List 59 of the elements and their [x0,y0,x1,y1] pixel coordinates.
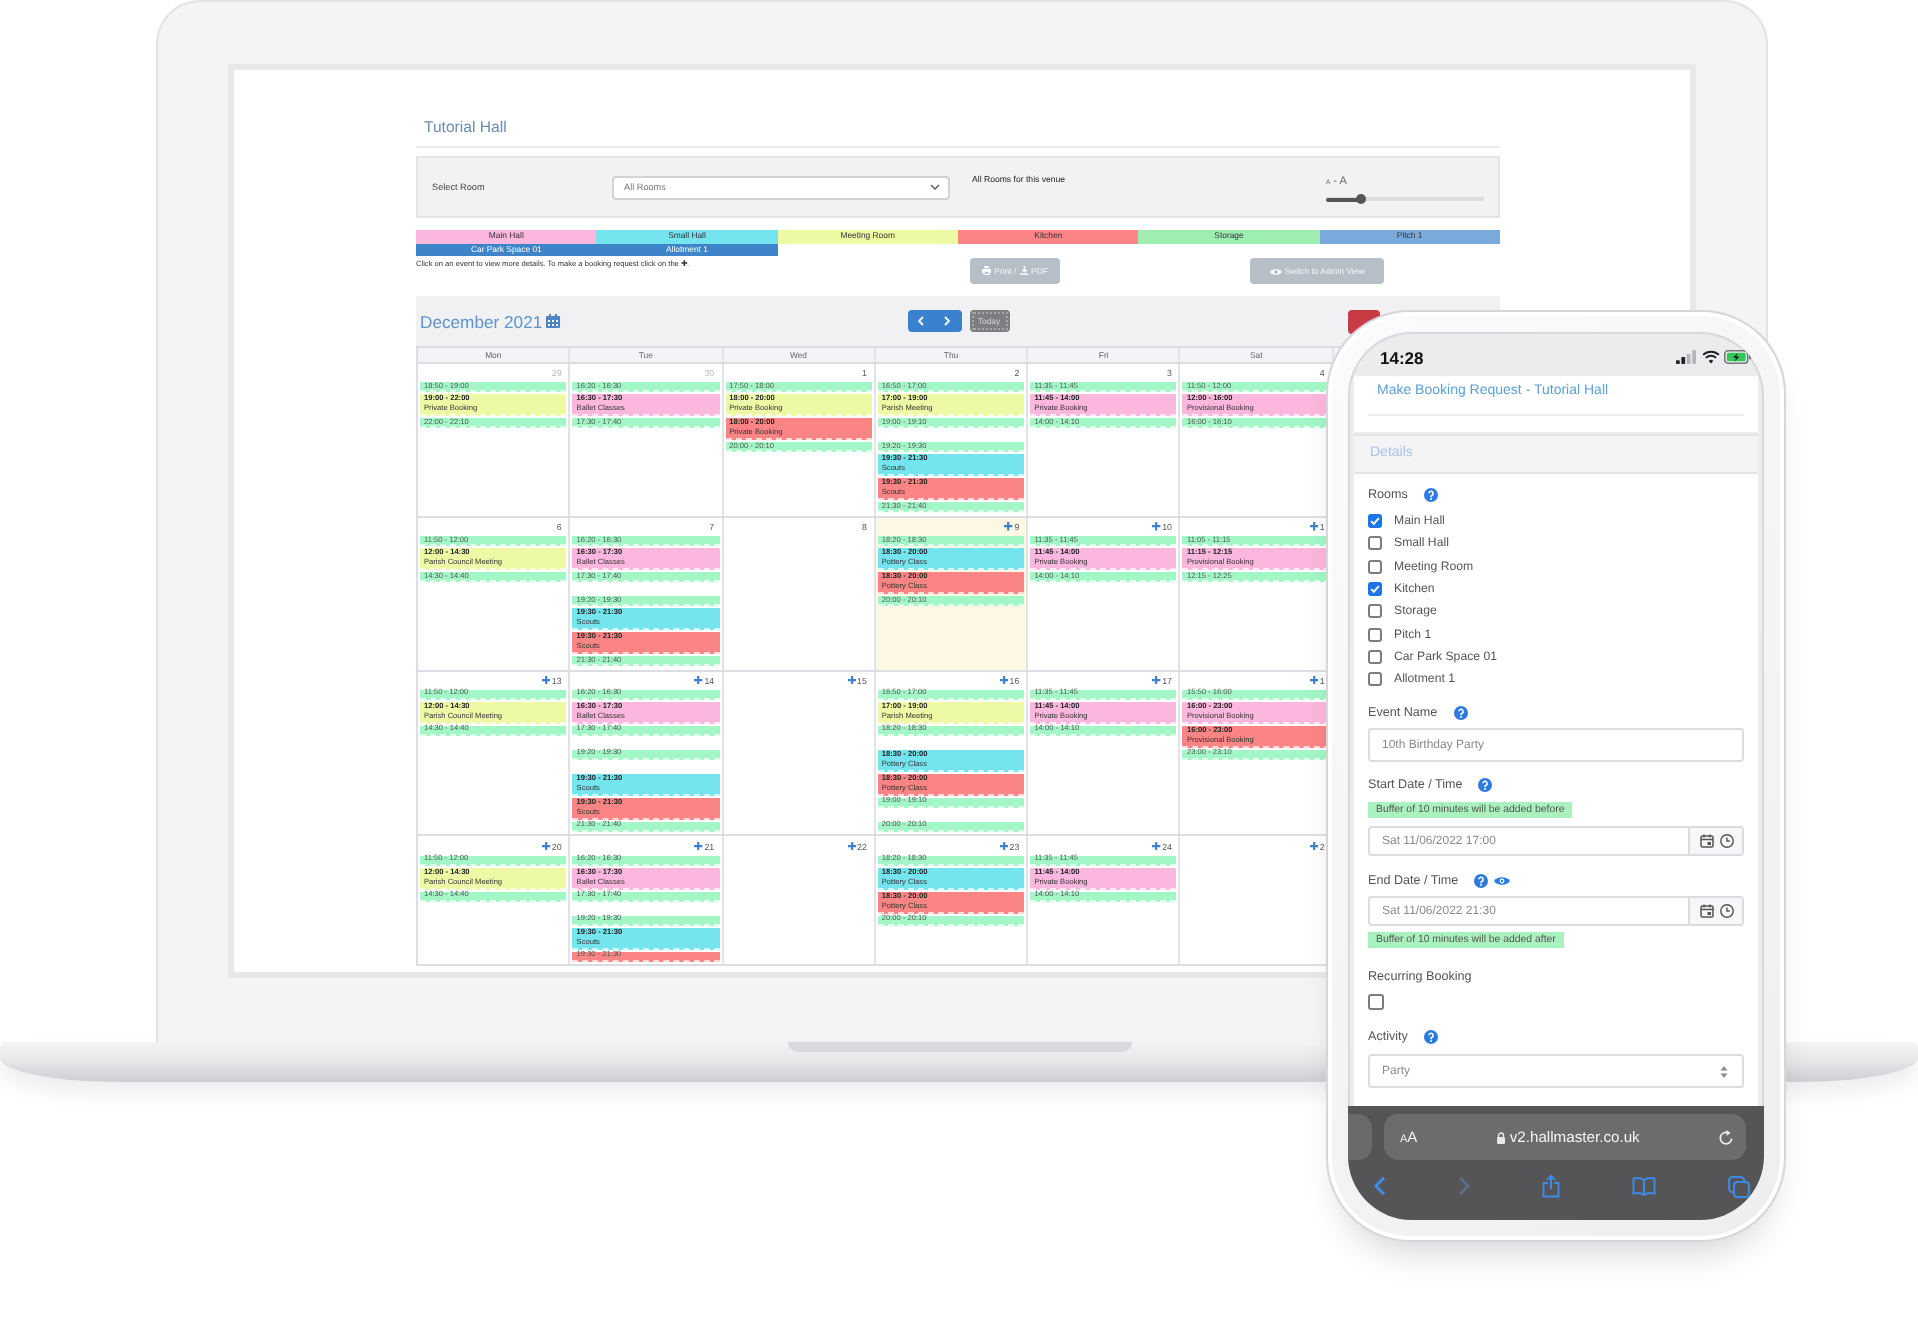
plus-icon[interactable] [847,841,856,851]
clock-icon[interactable] [1719,904,1733,919]
lock-icon [1495,1131,1506,1143]
month-title: December 2021 [420,311,543,331]
status-time: 14:28 [1380,347,1424,367]
check-icon [1370,516,1380,527]
download-icon [1019,266,1029,276]
plus-icon[interactable] [1152,522,1161,532]
help-icon[interactable] [1474,874,1489,889]
plus-icon[interactable] [1000,676,1009,685]
plus-icon[interactable] [1152,676,1161,685]
plus-icon[interactable] [1152,841,1161,851]
plus-icon[interactable] [542,841,551,851]
help-icon[interactable] [1423,488,1438,502]
checkbox[interactable] [1368,514,1382,529]
plus-icon[interactable] [847,676,856,685]
checkbox[interactable] [1368,672,1382,687]
checkbox[interactable] [1368,536,1382,551]
clock-icon[interactable] [1719,834,1733,849]
chevron-left-icon [917,316,924,326]
checkbox[interactable] [1368,993,1384,1010]
plus-icon[interactable] [542,676,551,685]
next-button[interactable] [934,310,961,332]
help-icon[interactable] [1423,1030,1438,1045]
calendar-icon[interactable] [546,314,561,328]
back-icon[interactable] [1374,1176,1386,1196]
checkbox[interactable] [1368,604,1382,619]
printer-icon [982,266,992,276]
plus-icon[interactable] [694,676,704,685]
text-size-slider[interactable] [1326,194,1484,204]
eye-icon[interactable] [1493,876,1510,887]
chevron-down-icon [930,184,940,190]
plus-icon[interactable] [1310,522,1319,532]
calendar-icon[interactable] [1699,834,1713,849]
eye-icon [1269,267,1282,275]
chevron-right-icon [944,316,951,326]
plus-icon[interactable] [1004,522,1014,532]
help-icon[interactable] [1478,778,1493,793]
checkbox[interactable] [1368,627,1382,642]
previous-button[interactable] [907,310,934,332]
checkbox[interactable] [1368,559,1382,574]
check-icon [1370,584,1380,595]
plus-icon[interactable] [1000,841,1009,851]
checkbox[interactable] [1368,649,1382,664]
help-icon[interactable] [1453,706,1468,721]
signal-icon [1676,350,1696,364]
up-down-icon [1720,1065,1728,1078]
share-icon[interactable] [1542,1174,1560,1198]
reload-icon[interactable] [1718,1129,1734,1145]
plus-icon[interactable] [1310,841,1319,851]
checkbox[interactable] [1368,582,1382,597]
wifi-icon [1701,350,1719,364]
battery-icon [1724,350,1752,364]
plus-icon[interactable] [1310,676,1319,685]
slider-thumb[interactable] [1355,194,1366,204]
book-icon[interactable] [1632,1176,1656,1196]
calendar-icon[interactable] [1699,904,1713,919]
tabs-icon[interactable] [1728,1175,1750,1197]
plus-icon[interactable] [694,841,704,851]
